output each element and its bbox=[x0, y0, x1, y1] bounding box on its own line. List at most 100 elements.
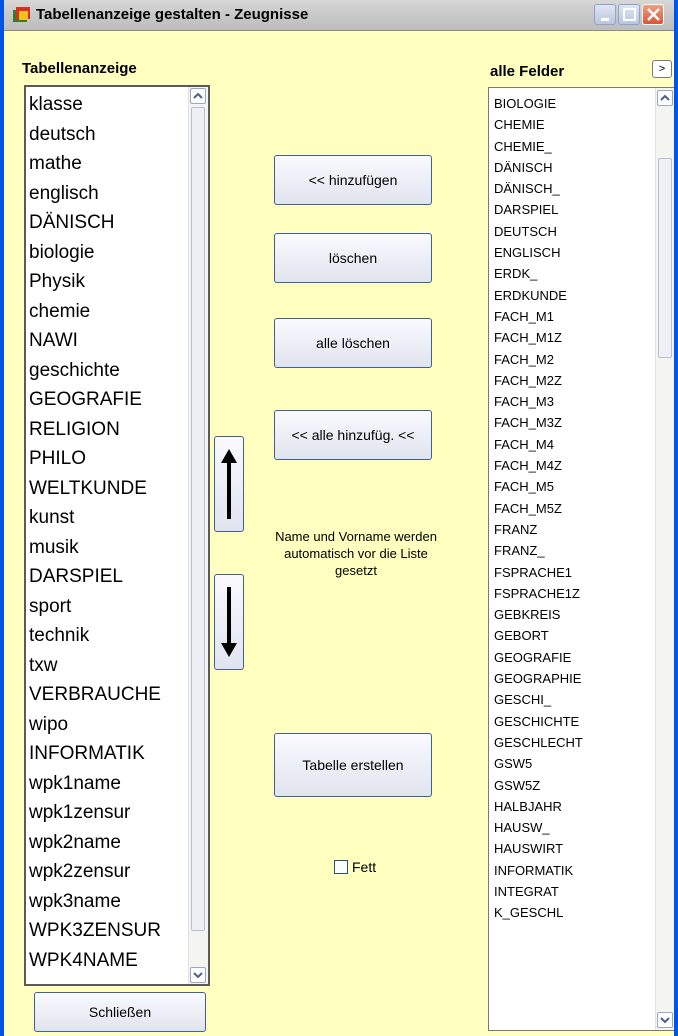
list-item[interactable]: DEUTSCH bbox=[489, 221, 657, 242]
maximize-button[interactable] bbox=[618, 4, 640, 25]
list-item[interactable]: VERBRAUCHE bbox=[26, 680, 191, 710]
list-item[interactable]: DARSPIEL bbox=[26, 562, 191, 592]
delete-all-button[interactable]: alle löschen bbox=[274, 318, 432, 368]
selected-fields-list[interactable]: klasse deutsch mathe englisch DÄNISCH biologi… bbox=[24, 85, 210, 986]
list-item[interactable]: deutsch bbox=[26, 120, 191, 150]
scroll-thumb[interactable] bbox=[191, 107, 205, 931]
list-item[interactable]: wipo bbox=[26, 710, 191, 740]
list-item[interactable]: FACH_M2Z bbox=[489, 370, 657, 391]
scroll-thumb[interactable] bbox=[658, 158, 672, 358]
list-item[interactable]: FACH_M5 bbox=[489, 476, 657, 497]
list-item[interactable]: GESCHICHTE bbox=[489, 711, 657, 732]
list-item[interactable]: DARSPIEL bbox=[489, 199, 657, 220]
list-item[interactable]: wpk2zensur bbox=[26, 857, 191, 887]
list-item[interactable]: FACH_M2 bbox=[489, 349, 657, 370]
list-item[interactable]: CHEMIE bbox=[489, 114, 657, 135]
all-fields-list[interactable]: BIOLOGIE CHEMIE CHEMIE_ DÄNISCH DÄNISCH_ DARS… bbox=[488, 87, 674, 1031]
list-item[interactable]: GSW5Z bbox=[489, 775, 657, 796]
close-window-button[interactable] bbox=[642, 4, 664, 25]
list-item[interactable]: HALBJAHR bbox=[489, 796, 657, 817]
list-item[interactable]: GEBKREIS bbox=[489, 604, 657, 625]
list-item[interactable]: sport bbox=[26, 592, 191, 622]
list-item[interactable]: HAUSW_ bbox=[489, 817, 657, 838]
list-item[interactable]: englisch bbox=[26, 179, 191, 209]
list-item[interactable]: ERDK_ bbox=[489, 263, 657, 284]
list-item[interactable]: DÄNISCH bbox=[489, 157, 657, 178]
list-item[interactable]: INTEGRAT bbox=[489, 881, 657, 902]
all-fields-items: BIOLOGIE CHEMIE CHEMIE_ DÄNISCH DÄNISCH_ DARS… bbox=[489, 93, 657, 924]
list-item[interactable]: FACH_M5Z bbox=[489, 498, 657, 519]
list-item[interactable]: FRANZ_ bbox=[489, 540, 657, 561]
list-item[interactable]: GESCHI_ bbox=[489, 689, 657, 710]
list-item[interactable]: RELIGION bbox=[26, 415, 191, 445]
list-item[interactable]: FACH_M4 bbox=[489, 434, 657, 455]
selected-fields-items: klasse deutsch mathe englisch DÄNISCH biologi… bbox=[26, 90, 191, 975]
list-item[interactable]: mathe bbox=[26, 149, 191, 179]
list-item[interactable]: FRANZ bbox=[489, 519, 657, 540]
list-item[interactable]: PHILO bbox=[26, 444, 191, 474]
list-item[interactable]: NAWI bbox=[26, 326, 191, 356]
all-fields-scrollbar[interactable] bbox=[655, 88, 674, 1030]
list-item[interactable]: klasse bbox=[26, 90, 191, 120]
bold-checkbox[interactable] bbox=[334, 860, 348, 874]
list-item[interactable]: wpk2name bbox=[26, 828, 191, 858]
minimize-button[interactable] bbox=[594, 4, 616, 25]
list-item[interactable]: geschichte bbox=[26, 356, 191, 386]
arrow-up-icon bbox=[221, 449, 237, 519]
list-item[interactable]: BIOLOGIE bbox=[489, 93, 657, 114]
add-field-button[interactable]: << hinzufügen bbox=[274, 155, 432, 205]
move-up-button[interactable] bbox=[214, 436, 244, 532]
list-item[interactable]: DÄNISCH bbox=[26, 208, 191, 238]
list-item[interactable]: WPK3ZENSUR bbox=[26, 916, 191, 946]
all-fields-label: alle Felder bbox=[490, 63, 565, 80]
list-item[interactable]: kunst bbox=[26, 503, 191, 533]
title-bar[interactable]: Tabellenanzeige gestalten - Zeugnisse bbox=[4, 0, 674, 31]
selected-fields-scrollbar[interactable] bbox=[188, 87, 208, 984]
list-item[interactable]: wpk1zensur bbox=[26, 798, 191, 828]
list-item[interactable]: chemie bbox=[26, 297, 191, 327]
list-item[interactable]: K_GESCHL bbox=[489, 902, 657, 923]
scroll-up-button[interactable] bbox=[190, 88, 206, 104]
expand-button[interactable]: > bbox=[652, 60, 672, 78]
bold-checkbox-label: Fett bbox=[352, 859, 377, 875]
list-item[interactable]: FACH_M4Z bbox=[489, 455, 657, 476]
list-item[interactable]: txw bbox=[26, 651, 191, 681]
selected-fields-label: Tabellenanzeige bbox=[22, 60, 137, 77]
list-item[interactable]: INFORMATIK bbox=[489, 860, 657, 881]
list-item[interactable]: GSW5 bbox=[489, 753, 657, 774]
list-item[interactable]: CHEMIE_ bbox=[489, 136, 657, 157]
list-item[interactable]: wpk3name bbox=[26, 887, 191, 917]
add-all-button[interactable]: << alle hinzufüg. << bbox=[274, 410, 432, 460]
delete-field-button[interactable]: löschen bbox=[274, 233, 432, 283]
list-item[interactable]: GEOGRAPHIE bbox=[489, 668, 657, 689]
list-item[interactable]: Physik bbox=[26, 267, 191, 297]
list-item[interactable]: GEOGRAFIE bbox=[489, 647, 657, 668]
list-item[interactable]: FACH_M1Z bbox=[489, 327, 657, 348]
list-item[interactable]: musik bbox=[26, 533, 191, 563]
list-item[interactable]: biologie bbox=[26, 238, 191, 268]
list-item[interactable]: HAUSWIRT bbox=[489, 838, 657, 859]
list-item[interactable]: FSPRACHE1 bbox=[489, 562, 657, 583]
list-item[interactable]: FACH_M1 bbox=[489, 306, 657, 327]
list-item[interactable]: WELTKUNDE bbox=[26, 474, 191, 504]
list-item[interactable]: wpk1name bbox=[26, 769, 191, 799]
scroll-down-button[interactable] bbox=[657, 1012, 673, 1028]
scroll-up-button[interactable] bbox=[657, 90, 673, 106]
scroll-down-button[interactable] bbox=[190, 967, 206, 983]
create-table-button[interactable]: Tabelle erstellen bbox=[274, 733, 432, 797]
list-item[interactable]: GEOGRAFIE bbox=[26, 385, 191, 415]
list-item[interactable]: INFORMATIK bbox=[26, 739, 191, 769]
list-item[interactable]: ERDKUNDE bbox=[489, 285, 657, 306]
list-item[interactable]: ENGLISCH bbox=[489, 242, 657, 263]
close-button[interactable]: Schließen bbox=[34, 992, 206, 1032]
list-item[interactable]: technik bbox=[26, 621, 191, 651]
move-down-button[interactable] bbox=[214, 574, 244, 670]
list-item[interactable]: GESCHLECHT bbox=[489, 732, 657, 753]
list-item[interactable]: GEBORT bbox=[489, 625, 657, 646]
app-icon bbox=[13, 7, 30, 22]
list-item[interactable]: DÄNISCH_ bbox=[489, 178, 657, 199]
list-item[interactable]: WPK4NAME bbox=[26, 946, 191, 976]
list-item[interactable]: FSPRACHE1Z bbox=[489, 583, 657, 604]
list-item[interactable]: FACH_M3 bbox=[489, 391, 657, 412]
list-item[interactable]: FACH_M3Z bbox=[489, 412, 657, 433]
